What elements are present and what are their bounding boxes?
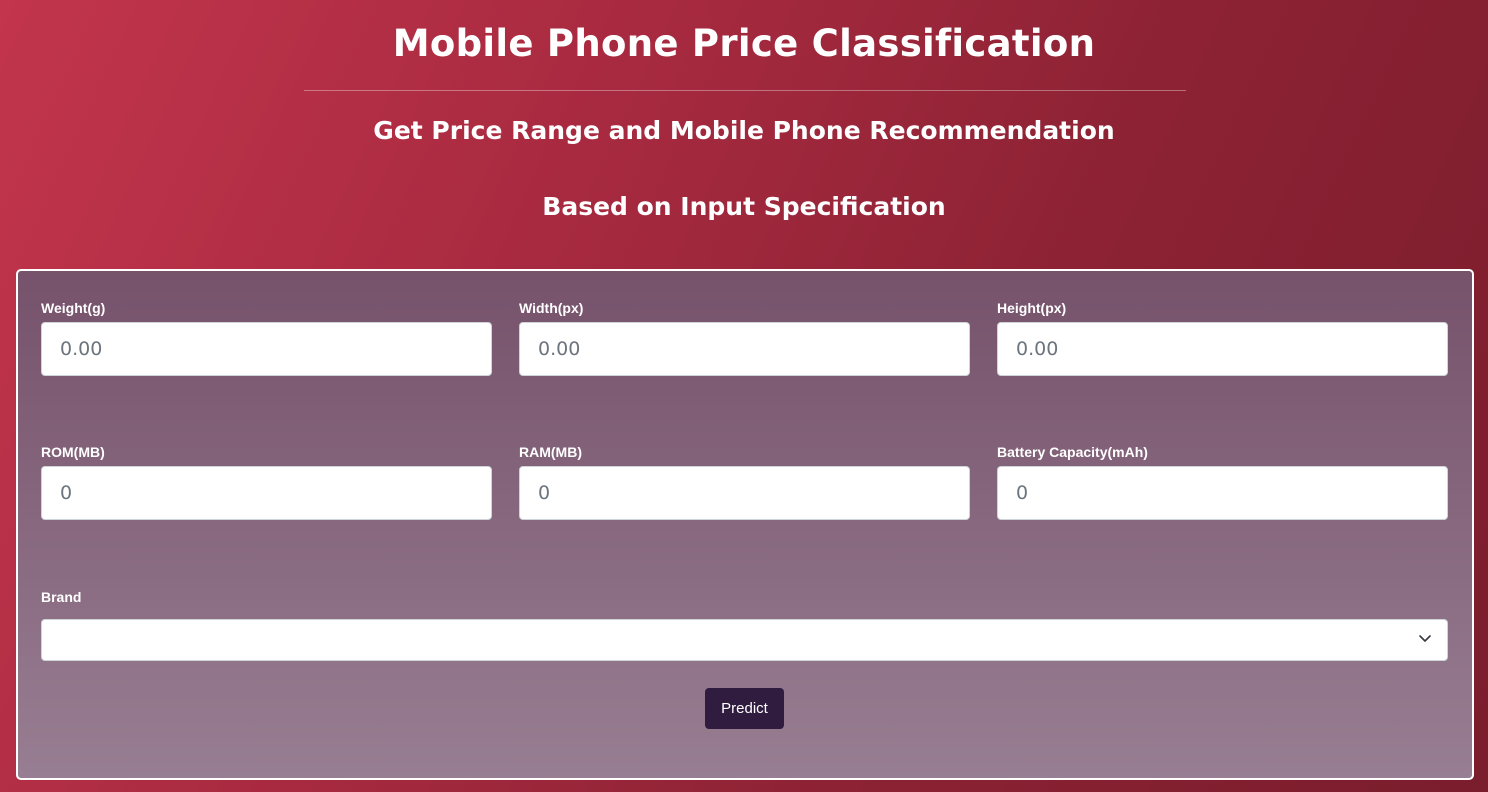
weight-input[interactable]	[41, 322, 492, 376]
battery-field: Battery Capacity(mAh)	[997, 444, 1448, 520]
battery-input[interactable]	[997, 466, 1448, 520]
ram-label: RAM(MB)	[519, 444, 582, 460]
width-label: Width(px)	[519, 300, 584, 316]
ram-field: RAM(MB)	[519, 444, 970, 520]
page-subtitle: Get Price Range and Mobile Phone Recomme…	[373, 116, 1115, 145]
predict-button[interactable]: Predict	[705, 688, 784, 729]
weight-label: Weight(g)	[41, 300, 106, 316]
prediction-form: Weight(g) Width(px) Height(px) ROM(MB) R…	[16, 269, 1474, 780]
rom-field: ROM(MB)	[41, 444, 492, 520]
page-title: Mobile Phone Price Classification	[392, 22, 1096, 65]
rom-input[interactable]	[41, 466, 492, 520]
brand-select[interactable]	[41, 619, 1448, 661]
chevron-down-icon	[1419, 635, 1431, 642]
height-input[interactable]	[997, 322, 1448, 376]
divider	[304, 90, 1186, 91]
page-subtitle-2: Based on Input Specification	[542, 192, 946, 221]
weight-field: Weight(g)	[41, 300, 492, 376]
height-field: Height(px)	[997, 300, 1448, 376]
ram-input[interactable]	[519, 466, 970, 520]
brand-label: Brand	[41, 589, 82, 605]
width-input[interactable]	[519, 322, 970, 376]
rom-label: ROM(MB)	[41, 444, 105, 460]
width-field: Width(px)	[519, 300, 970, 376]
battery-label: Battery Capacity(mAh)	[997, 444, 1148, 460]
height-label: Height(px)	[997, 300, 1067, 316]
